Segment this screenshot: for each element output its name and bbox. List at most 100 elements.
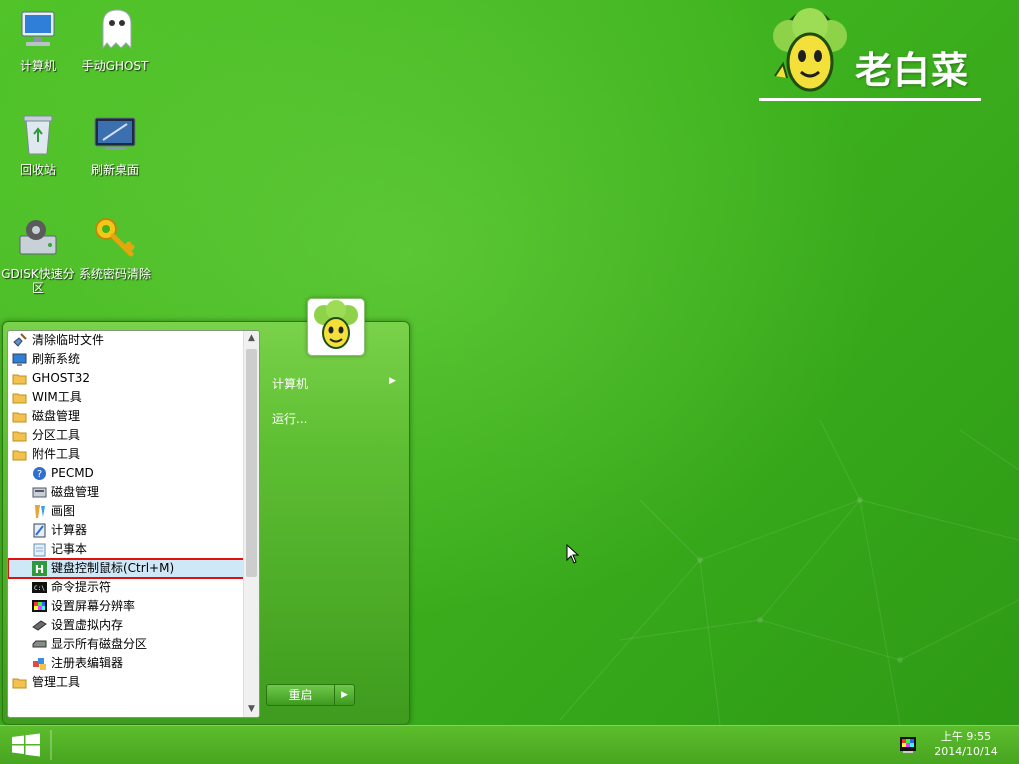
desktop-icon-recycle-bin[interactable]: 回收站: [0, 110, 76, 177]
program-list-scrollbar[interactable]: ▲ ▼: [243, 331, 259, 717]
start-menu-run-label: 运行...: [272, 412, 308, 426]
monitor-icon: [12, 352, 27, 367]
desktop-icon-label: 回收站: [19, 163, 56, 177]
list-item-label: 计算器: [51, 523, 88, 537]
desktop-icon-label: 刷新桌面: [90, 163, 139, 177]
drive-icon: [32, 637, 47, 652]
svg-text:C:\: C:\: [34, 585, 45, 592]
list-item[interactable]: 记事本: [8, 540, 244, 559]
list-item-label: PECMD: [51, 466, 94, 480]
help-icon: ?: [32, 466, 47, 481]
memory-icon: [32, 618, 47, 633]
list-item-label: 记事本: [51, 542, 88, 556]
calculator-icon: [32, 523, 47, 538]
list-item[interactable]: 画图: [8, 502, 244, 521]
broom-icon: [12, 333, 27, 348]
list-item[interactable]: 清除临时文件: [8, 331, 244, 350]
list-item-label: 磁盘管理: [32, 409, 81, 423]
list-item[interactable]: ? PECMD: [8, 464, 244, 483]
list-item[interactable]: 设置屏幕分辨率: [8, 597, 244, 616]
desktop: 老白菜 计算机 手动GHOST 回收站 刷新桌面 GDISK快速分区 系统密码清…: [0, 0, 1019, 725]
mascot-logo-icon: [773, 8, 847, 92]
list-item-selected[interactable]: H 键盘控制鼠标(Ctrl+M): [8, 558, 245, 579]
list-item-label: 清除临时文件: [32, 333, 105, 347]
list-item-label: 命令提示符: [51, 580, 112, 594]
svg-text:H: H: [35, 563, 44, 576]
folder-icon: [12, 447, 27, 462]
desktop-icon-label: GDISK快速分区: [1, 267, 75, 295]
start-menu: 清除临时文件 刷新系统 GHOST32 WIM工具 磁盘管理 分区工具 附件工具? PECMD…: [2, 298, 410, 725]
display-settings-icon: [32, 599, 47, 614]
folder-icon: [12, 428, 27, 443]
paint-icon: [32, 504, 47, 519]
keyboard-mouse-icon: H: [32, 561, 47, 576]
program-list: 清除临时文件 刷新系统 GHOST32 WIM工具 磁盘管理 分区工具 附件工具? PECMD…: [8, 331, 245, 692]
restart-options-arrow-icon[interactable]: ▶: [334, 684, 355, 706]
list-item-label: 刷新系统: [32, 352, 81, 366]
restart-control: 重启 ▶: [266, 684, 355, 706]
list-item[interactable]: 注册表编辑器: [8, 654, 244, 673]
taskbar: 上午 9:55 2014/10/14: [0, 725, 1019, 764]
restart-button[interactable]: 重启: [266, 684, 335, 706]
list-item[interactable]: 附件工具: [8, 445, 244, 464]
cmd-icon: C:\: [32, 580, 47, 595]
desktop-icon-manual-ghost[interactable]: 手动GHOST: [77, 6, 153, 73]
list-item[interactable]: WIM工具: [8, 388, 244, 407]
desktop-icon-password-clear[interactable]: 系统密码清除: [77, 214, 153, 281]
notepad-icon: [32, 542, 47, 557]
list-item[interactable]: 管理工具: [8, 673, 244, 692]
list-item[interactable]: 分区工具: [8, 426, 244, 445]
start-menu-run[interactable]: 运行...: [272, 410, 307, 427]
folder-icon: [12, 409, 27, 424]
list-item-label: 附件工具: [32, 447, 81, 461]
folder-icon: [12, 675, 27, 690]
ghost-icon: [102, 9, 132, 50]
clock-time: 上午 9:55: [940, 730, 992, 743]
start-button[interactable]: [6, 730, 46, 760]
list-item[interactable]: 刷新系统: [8, 350, 244, 369]
desktop-icon-refresh-desktop[interactable]: 刷新桌面: [77, 110, 153, 177]
refresh-desktop-icon: [94, 117, 136, 150]
windows-logo-icon: [12, 733, 40, 757]
list-item-label: 设置屏幕分辨率: [51, 599, 136, 613]
list-item-label: 设置虚拟内存: [51, 618, 124, 632]
brand-underline: [759, 98, 981, 101]
brand-text: 老白菜: [855, 49, 969, 92]
start-menu-computer[interactable]: 计算机 ▶: [272, 375, 396, 392]
list-item[interactable]: 显示所有磁盘分区: [8, 635, 244, 654]
list-item-label: 画图: [51, 504, 76, 518]
display-resolution-tray-icon[interactable]: [900, 737, 916, 753]
list-item-label: WIM工具: [32, 390, 82, 404]
list-item-label: 键盘控制鼠标(Ctrl+M): [51, 561, 175, 575]
svg-text:?: ?: [37, 469, 42, 480]
list-item[interactable]: 计算器: [8, 521, 244, 540]
desktop-icon-gdisk[interactable]: GDISK快速分区: [0, 214, 76, 295]
list-item[interactable]: GHOST32: [8, 369, 244, 388]
mascot-avatar-icon: [314, 300, 358, 349]
taskbar-clock[interactable]: 上午 9:55 2014/10/14: [928, 729, 1004, 759]
list-item[interactable]: 磁盘管理: [8, 407, 244, 426]
scroll-up-icon[interactable]: ▲: [244, 331, 259, 346]
key-icon: [95, 218, 135, 257]
submenu-arrow-icon: ▶: [389, 376, 396, 386]
list-item[interactable]: 设置虚拟内存: [8, 616, 244, 635]
list-item-label: 分区工具: [32, 428, 81, 442]
list-item-label: 磁盘管理: [51, 485, 100, 499]
user-avatar[interactable]: [307, 298, 365, 356]
list-item[interactable]: C:\ 命令提示符: [8, 578, 244, 597]
mouse-cursor-icon: [566, 544, 580, 564]
desktop-icon-label: 系统密码清除: [78, 267, 151, 281]
folder-icon: [12, 390, 27, 405]
computer-icon: [21, 11, 55, 46]
gdisk-icon: [19, 220, 57, 255]
taskbar-separator: [50, 730, 52, 760]
desktop-icon-computer[interactable]: 计算机: [0, 6, 76, 73]
registry-icon: [32, 656, 47, 671]
scroll-down-icon[interactable]: ▼: [244, 702, 259, 717]
list-item-label: 显示所有磁盘分区: [51, 637, 148, 651]
clock-date: 2014/10/14: [934, 745, 998, 758]
list-item-label: 管理工具: [32, 675, 81, 689]
scroll-thumb[interactable]: [246, 349, 257, 577]
brand-logo: 老白菜: [759, 6, 999, 102]
list-item[interactable]: 磁盘管理: [8, 483, 244, 502]
